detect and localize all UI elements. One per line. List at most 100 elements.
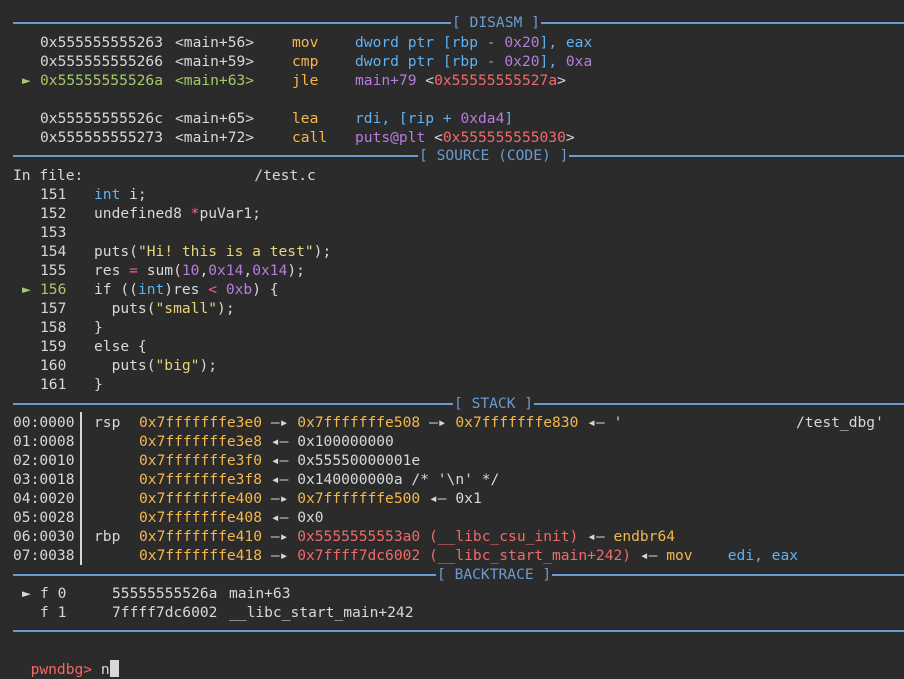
code-keyword: int bbox=[94, 186, 121, 203]
code-token: } bbox=[94, 376, 103, 393]
stack-offset: 06:0030 bbox=[13, 528, 75, 545]
code-string: "big" bbox=[155, 357, 200, 374]
source-file-line: In file: /test.c bbox=[13, 166, 316, 185]
pointer-arrow: ◂— bbox=[639, 547, 658, 564]
stack-value: endbr64 bbox=[613, 528, 676, 545]
stack-value: 0x5555555553a0 (__libc_csu_init) bbox=[297, 528, 579, 545]
pointer-arrow: —▸ bbox=[270, 547, 289, 564]
pointer-arrow bbox=[288, 471, 297, 488]
line-code: int i; bbox=[94, 185, 147, 204]
pointer-arrow bbox=[420, 414, 429, 431]
code-keyword: int bbox=[137, 281, 165, 298]
line-code: else { bbox=[94, 337, 147, 356]
line-code: puts("big"); bbox=[94, 356, 217, 375]
code-token: res bbox=[94, 262, 130, 279]
operand-bracket: < bbox=[425, 129, 443, 146]
code-token: ); bbox=[313, 243, 332, 260]
pointer-arrow: —▸ bbox=[429, 414, 447, 431]
stack-offset: 05:0028 bbox=[13, 509, 75, 526]
stack-separator: [ STACK ] bbox=[13, 394, 904, 413]
pointer-arrow bbox=[262, 433, 271, 450]
line-number: 161 bbox=[40, 376, 67, 393]
operand-number: 0xda4 bbox=[460, 110, 505, 127]
pointer-arrow bbox=[420, 490, 429, 507]
stack-chain: 0x7fffffffe408 ◂— 0x0 bbox=[139, 508, 324, 527]
pointer-arrow: —▸ bbox=[270, 414, 289, 431]
pointer-arrow bbox=[262, 547, 271, 564]
line-number: 160 bbox=[40, 357, 67, 374]
line-number: 151 bbox=[40, 186, 67, 203]
stack-address: 0x7fffffffe3e8 bbox=[139, 433, 263, 450]
instruction-mnemonic: mov bbox=[292, 34, 319, 51]
pointer-arrow bbox=[605, 528, 614, 545]
pointer-arrow: ◂— bbox=[270, 433, 289, 450]
stack-address: 0x7fffffffe418 bbox=[139, 547, 263, 564]
instruction-operands: puts@plt <0x555555555030> bbox=[355, 128, 575, 147]
code-token: if (( bbox=[94, 281, 138, 298]
pointer-arrow bbox=[288, 528, 297, 545]
instruction-mnemonic: call bbox=[292, 129, 328, 146]
instruction-address: 0x55555555526a bbox=[40, 72, 164, 89]
code-operator: = bbox=[129, 262, 138, 279]
stack-chain: 0x7fffffffe3e0 —▸ 0x7fffffffe508 —▸ 0x7f… bbox=[139, 413, 622, 432]
code-string: "small" bbox=[155, 300, 218, 317]
line-number: 159 bbox=[40, 338, 67, 355]
pointer-arrow: —▸ bbox=[270, 528, 289, 545]
line-code: } bbox=[94, 375, 103, 394]
source-separator: [ SOURCE (CODE) ] bbox=[13, 146, 904, 165]
pointer-arrow bbox=[288, 414, 297, 431]
operand-text: dword ptr [rbp - bbox=[355, 34, 505, 51]
backtrace-separator: [ BACKTRACE ] bbox=[13, 565, 904, 584]
operand-number: 0x55555555527a bbox=[434, 72, 558, 89]
instruction-symbol: <main+56> bbox=[175, 34, 255, 51]
pointer-arrow bbox=[288, 433, 297, 450]
stack-offset: 00:0000 bbox=[13, 414, 75, 431]
stack-value: edi, eax bbox=[727, 547, 799, 564]
current-frame-marker: ► bbox=[22, 585, 31, 602]
pointer-arrow bbox=[288, 452, 297, 469]
stack-value: 0x7fffffffe500 bbox=[297, 490, 421, 507]
instruction-symbol: <main+72> bbox=[175, 129, 255, 146]
operand-second: 0xa bbox=[565, 53, 593, 70]
stack-register: rsp bbox=[94, 414, 121, 431]
line-number: 152 bbox=[40, 205, 67, 222]
stack-value: 0x7fffffffe508 bbox=[297, 414, 421, 431]
operand-end: > bbox=[557, 72, 566, 89]
command-line[interactable]: pwndbg> n bbox=[13, 641, 119, 678]
code-token: puts( bbox=[94, 300, 156, 317]
pointer-arrow bbox=[262, 490, 271, 507]
stack-address: 0x7fffffffe410 bbox=[139, 528, 263, 545]
stack-address: 0x7fffffffe3e0 bbox=[139, 414, 263, 431]
line-number: 153 bbox=[40, 224, 67, 241]
pointer-arrow: —▸ bbox=[270, 490, 289, 507]
operand-second: eax bbox=[565, 34, 593, 51]
stack-value: 0x7ffff7dc6002 (__libc_start_main+242) bbox=[297, 547, 632, 564]
pointer-arrow bbox=[262, 414, 271, 431]
code-number: 0x14 bbox=[252, 262, 288, 279]
frame-symbol: main+63 bbox=[229, 585, 291, 602]
pointer-arrow: ◂— bbox=[270, 471, 289, 488]
current-instruction-marker: ► bbox=[22, 72, 31, 89]
disasm-separator: [ DISASM ] bbox=[13, 13, 904, 32]
disasm-title: [ DISASM ] bbox=[451, 13, 541, 32]
operand-end: ], bbox=[539, 53, 566, 70]
line-code: puts("small"); bbox=[94, 299, 235, 318]
instruction-operands: rdi, [rip + 0xda4] bbox=[355, 109, 513, 128]
pointer-arrow bbox=[262, 509, 271, 526]
pointer-arrow: ◂— bbox=[270, 452, 289, 469]
stack-chain: 0x7fffffffe3f8 ◂— 0x140000000a /* '\n' *… bbox=[139, 470, 499, 489]
operand-text: rdi, [rip + bbox=[355, 110, 461, 127]
stack-offset: 02:0010 bbox=[13, 452, 75, 469]
stack-value: ' bbox=[613, 414, 623, 431]
code-token: i; bbox=[120, 186, 147, 203]
code-token: ); bbox=[217, 300, 235, 317]
stack-string-tail: /test_dbg' bbox=[796, 414, 884, 431]
stack-value: 0x100000000 bbox=[297, 433, 394, 450]
operand-text: puts@plt bbox=[355, 129, 426, 146]
instruction-operands: main+79 <0x55555555527a> bbox=[355, 71, 566, 90]
line-code: puts("Hi! this is a test"); bbox=[94, 242, 331, 261]
code-number: 0x14 bbox=[208, 262, 244, 279]
instruction-address: 0x555555555273 bbox=[40, 129, 164, 146]
backtrace-title: [ BACKTRACE ] bbox=[436, 565, 553, 584]
pointer-arrow bbox=[578, 528, 587, 545]
